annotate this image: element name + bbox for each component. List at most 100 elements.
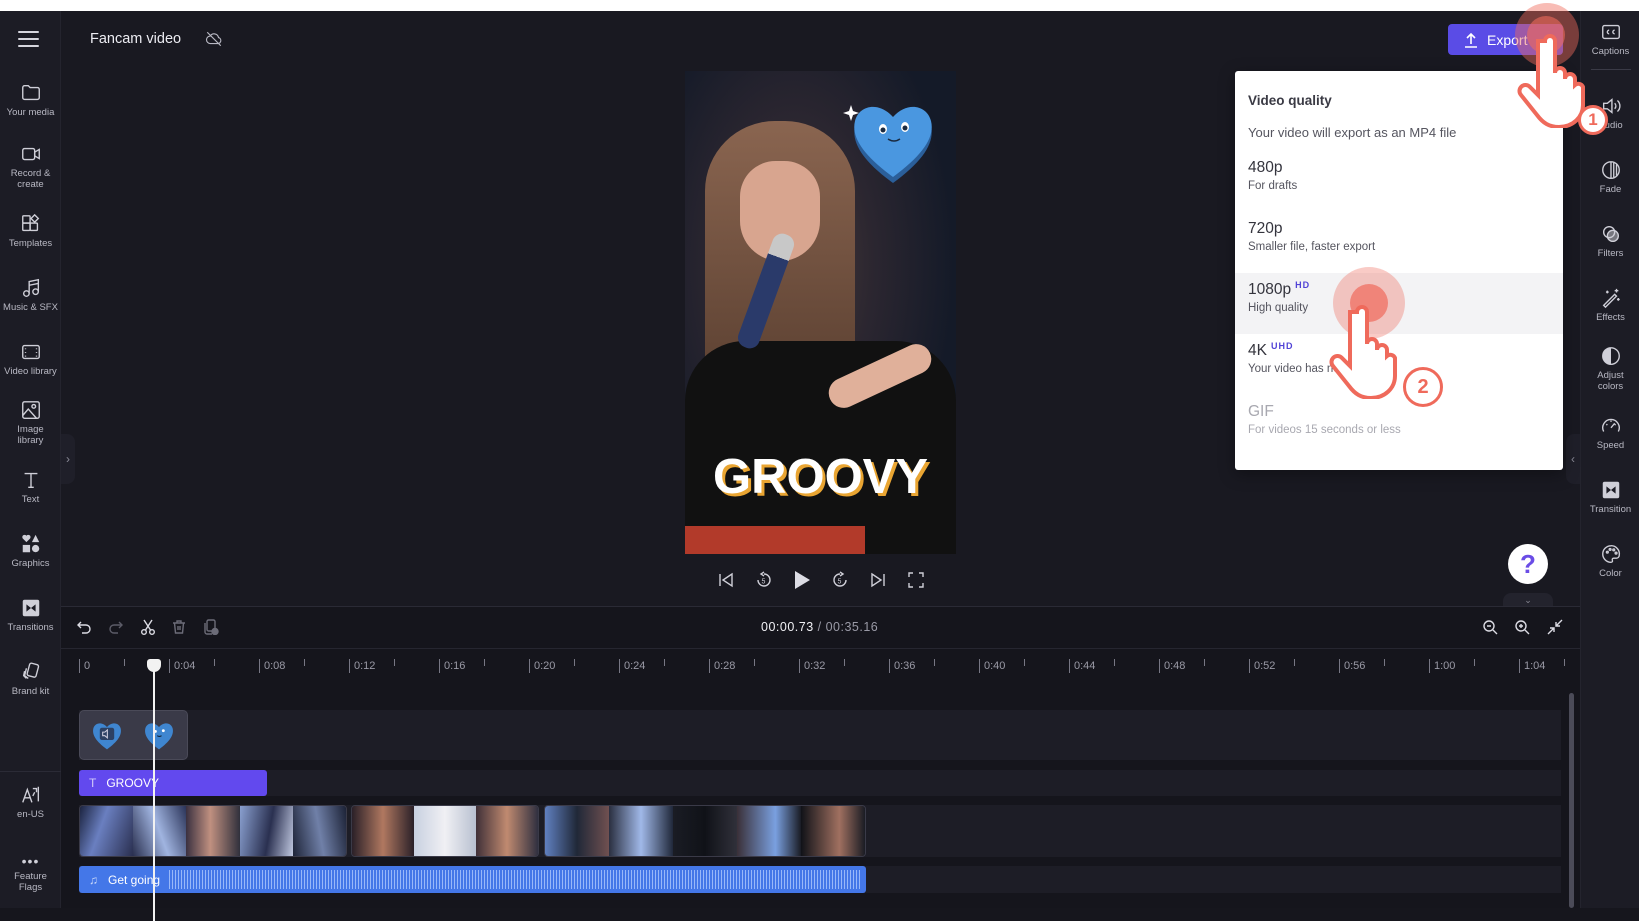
left-panel-expand-button[interactable]: › <box>61 434 75 484</box>
sidebar-item-record-create[interactable]: Record & create <box>0 143 61 190</box>
trash-icon <box>173 620 185 634</box>
ruler-tick-label: 0 <box>79 659 90 673</box>
rsidebar-item-label: Fade <box>1599 184 1622 195</box>
menu-icon[interactable] <box>18 31 39 47</box>
video-clip[interactable] <box>351 805 539 857</box>
ruler-tick-label: 0:04 <box>169 659 195 673</box>
skip-back-icon <box>719 572 733 588</box>
ruler-tick-label: 0:40 <box>979 659 1005 673</box>
export-quality-menu: Video quality Your video will export as … <box>1235 71 1563 470</box>
rsidebar-item-transition[interactable]: Transition <box>1581 479 1639 515</box>
sidebar-item-your-media[interactable]: Your media <box>0 82 61 118</box>
sidebar-item-language[interactable]: en-US <box>0 784 61 820</box>
text-clip-icon: T <box>89 776 97 790</box>
video-clip[interactable] <box>79 805 347 857</box>
sidebar-item-label: Video library <box>4 366 57 377</box>
redo-button[interactable] <box>106 617 126 637</box>
sidebar-item-brand-kit[interactable]: Brand kit <box>0 661 61 697</box>
rsidebar-item-label: Color <box>1599 568 1622 579</box>
rsidebar-item-captions[interactable]: Captions <box>1581 21 1639 57</box>
sidebar-item-templates[interactable]: Templates <box>0 213 61 249</box>
rewind-5-icon: 5 <box>757 571 771 587</box>
preview-text-overlay[interactable]: GROOVY <box>685 449 956 505</box>
ruler-tick-label: 0:32 <box>799 659 825 673</box>
sidebar-item-graphics[interactable]: Graphics <box>0 533 61 569</box>
zoom-out-button[interactable] <box>1480 617 1500 637</box>
text-clip[interactable]: T GROOVY <box>79 770 267 796</box>
fullscreen-button[interactable] <box>906 570 926 590</box>
right-panel-expand-button[interactable]: ‹ <box>1566 434 1580 484</box>
quality-option-720p[interactable]: 720p Smaller file, faster export <box>1235 212 1563 273</box>
sidebar-item-video-library[interactable]: Video library <box>0 341 61 377</box>
video-clip[interactable] <box>544 805 866 857</box>
timeline-vertical-scrollbar[interactable] <box>1569 693 1574 908</box>
timeline-ruler[interactable]: 0 0:04 0:08 0:12 0:16 0:20 0:24 0:28 0:32 0:36 0:4… <box>61 648 1580 676</box>
music-note-icon: ♫ <box>89 872 98 887</box>
rsidebar-item-audio[interactable]: Audio <box>1581 95 1639 131</box>
ruler-tick-label: 0:28 <box>709 659 735 673</box>
contrast-icon <box>1601 347 1620 365</box>
undo-icon <box>77 621 91 634</box>
undo-button[interactable] <box>74 617 94 637</box>
ruler-minor-tick <box>124 659 125 666</box>
rsidebar-item-fade[interactable]: Fade <box>1581 159 1639 195</box>
sidebar-item-image-library[interactable]: Image library <box>0 399 61 446</box>
quality-option-gif[interactable]: GIF For videos 15 seconds or less <box>1235 395 1563 456</box>
uhd-badge: UHD <box>1270 341 1294 351</box>
rsidebar-item-adjust-colors[interactable]: Adjust colors <box>1581 345 1639 392</box>
ruler-minor-tick <box>394 659 395 666</box>
ruler-tick-label: 0:52 <box>1249 659 1275 673</box>
rewind-5-button[interactable]: 5 <box>754 570 774 590</box>
forward-5-button[interactable]: 5 <box>830 570 850 590</box>
split-button[interactable] <box>138 617 158 637</box>
chevron-left-icon: ‹ <box>1571 452 1575 466</box>
chevron-down-icon: ⌄ <box>1524 595 1532 605</box>
sidebar-item-label: Brand kit <box>11 686 50 697</box>
sidebar-item-text[interactable]: Text <box>0 469 61 505</box>
audio-clip[interactable]: ♫ Get going <box>79 866 866 893</box>
help-collapse-button[interactable]: ⌄ <box>1503 593 1553 607</box>
cloud-off-icon <box>205 31 222 47</box>
rsidebar-item-filters[interactable]: Filters <box>1581 223 1639 259</box>
sidebar-item-transitions[interactable]: Transitions <box>0 597 61 633</box>
rsidebar-item-label: Audio <box>1598 120 1623 131</box>
fit-timeline-button[interactable] <box>1545 617 1565 637</box>
playhead-line <box>153 661 155 921</box>
sidebar-item-feature-flags[interactable]: ••• Feature Flags <box>0 853 61 893</box>
quality-option-480p[interactable]: 480p For drafts <box>1235 151 1563 212</box>
quality-option-4k[interactable]: 4K UHD Your video has no 4K <box>1235 334 1563 395</box>
project-title[interactable]: Fancam video <box>90 31 181 47</box>
play-button[interactable] <box>792 570 812 590</box>
upload-icon <box>1465 32 1477 48</box>
ruler-tick-label: 0:48 <box>1159 659 1185 673</box>
ruler-tick-label: 1:00 <box>1429 659 1455 673</box>
more-icon: ••• <box>21 853 40 869</box>
rsidebar-item-speed[interactable]: Speed <box>1581 415 1639 451</box>
delete-button[interactable] <box>169 617 189 637</box>
help-button[interactable]: ? <box>1508 544 1548 584</box>
ruler-tick-label: 0:44 <box>1069 659 1095 673</box>
ruler-minor-tick <box>934 659 935 666</box>
left-sidebar: Your media Record & create Templates Mus… <box>0 11 61 908</box>
sticker-clip[interactable] <box>79 710 188 760</box>
redo-icon <box>109 621 123 634</box>
skip-to-end-button[interactable] <box>868 570 888 590</box>
zoom-in-icon <box>1515 620 1530 635</box>
option-desc: For videos 15 seconds or less <box>1248 424 1401 436</box>
rsidebar-item-color[interactable]: Color <box>1581 543 1639 579</box>
sidebar-item-music-sfx[interactable]: Music & SFX <box>0 277 61 313</box>
zoom-in-button[interactable] <box>1512 617 1532 637</box>
timeline: 00:00.73 / 00:35.16 0 0:04 0:08 0:12 0:16 0:2… <box>61 606 1580 921</box>
rsidebar-item-effects[interactable]: Effects <box>1581 287 1639 323</box>
heart-sticker[interactable] <box>843 91 943 191</box>
ruler-minor-tick <box>1474 659 1475 666</box>
total-duration: / 00:35.16 <box>817 620 879 634</box>
rsidebar-item-label: Speed <box>1596 440 1625 451</box>
skip-to-start-button[interactable] <box>716 570 736 590</box>
video-preview[interactable]: GROOVY <box>685 71 956 554</box>
audio-waveform <box>169 870 862 889</box>
ruler-minor-tick <box>1384 659 1385 666</box>
export-button[interactable]: Export ⌄ <box>1448 24 1563 55</box>
quality-option-1080p[interactable]: 1080p HD High quality <box>1235 273 1563 334</box>
duplicate-button[interactable] <box>201 617 221 637</box>
